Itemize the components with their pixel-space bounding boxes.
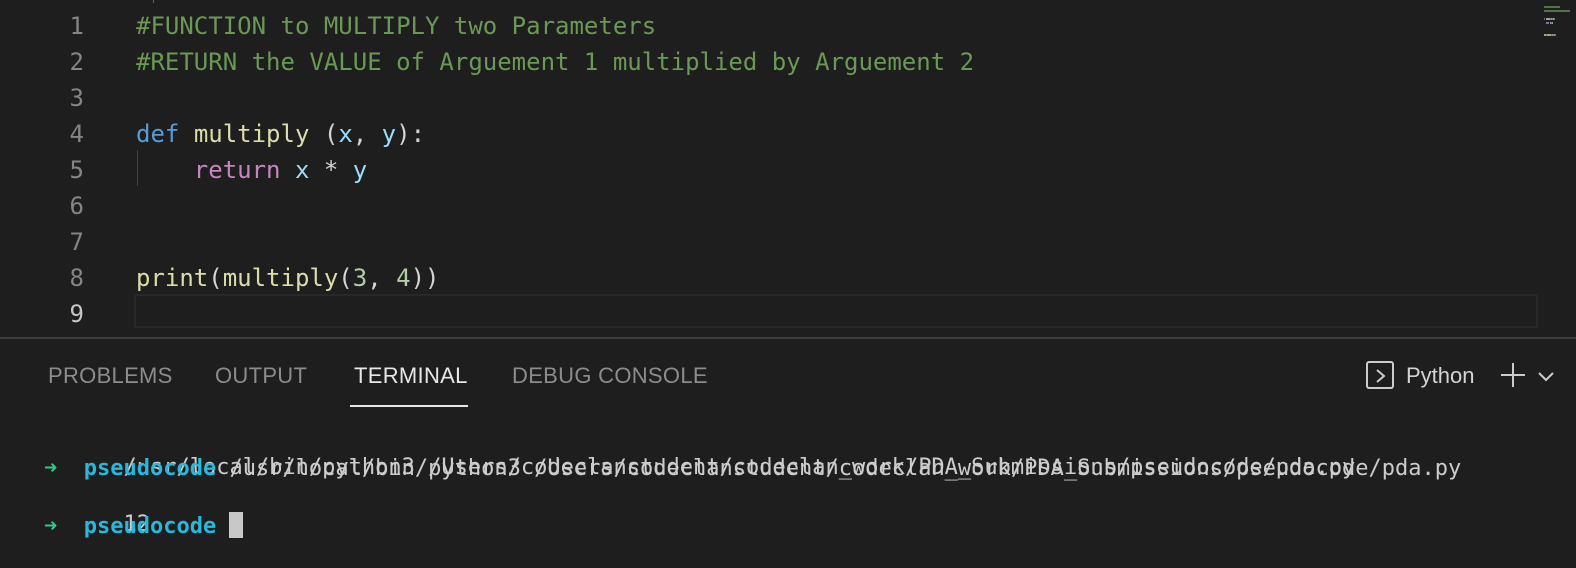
code-line[interactable]: 7 (0, 224, 1540, 260)
terminal-icon (1366, 361, 1394, 389)
code-token: , (367, 264, 397, 292)
plus-icon (1501, 363, 1525, 387)
minimap[interactable] (1544, 6, 1574, 46)
terminal-command: /usr/local/bin/python3 /Users/codeclanst… (216, 456, 1462, 481)
prompt-directory: pseudocode (83, 514, 217, 539)
tab-debug-console[interactable]: DEBUG CONSOLE (512, 361, 708, 391)
terminal-line: ➜ pseudocode /usr/local/bin/python3 /Use… (44, 455, 1461, 483)
code-token: print (136, 264, 209, 292)
terminal-selector[interactable]: Python (1366, 359, 1486, 393)
prompt-arrow-icon: ➜ (44, 514, 58, 539)
terminal-dropdown-button[interactable] (1534, 364, 1558, 388)
terminal-line: ➜ pseudocode (44, 512, 244, 540)
panel-tab-bar: PROBLEMS OUTPUT TERMINAL DEBUG CONSOLE P… (0, 339, 1576, 409)
line-number: 7 (69, 228, 84, 256)
terminal-output[interactable]: /usr/local/bin/python3 /Users/codeclanst… (0, 426, 1576, 566)
line-number: 3 (69, 84, 84, 112)
line-content: print(multiply(3, 4)) (136, 260, 439, 296)
minimap-stroke (1544, 6, 1560, 8)
minimap-stroke (1546, 22, 1549, 24)
code-token: return (193, 156, 281, 184)
code-token: 4 (396, 264, 411, 292)
code-token: multiply (193, 120, 310, 148)
code-token: def (136, 120, 180, 148)
code-token: multiply (222, 264, 339, 292)
code-token: #RETURN the VALUE of Arguement 1 multipl… (136, 48, 975, 76)
code-token: ): (396, 120, 426, 148)
chevron-down-icon (1538, 372, 1554, 382)
clipped-previous-line: )) (150, 0, 158, 3)
code-token: 3 (352, 264, 368, 292)
code-token: )) (410, 264, 440, 292)
minimap-stroke (1554, 18, 1555, 20)
code-token: , (352, 120, 382, 148)
line-content: #RETURN the VALUE of Arguement 1 multipl… (136, 44, 974, 80)
code-line[interactable]: 6 (0, 188, 1540, 224)
minimap-stroke (1544, 10, 1570, 12)
code-line[interactable]: 8 print(multiply(3, 4)) (0, 260, 1540, 296)
line-content: def multiply (x, y): (136, 116, 425, 152)
line-number: 4 (69, 120, 84, 148)
code-token: y (381, 120, 397, 148)
line-number: 9 (69, 300, 84, 328)
line-content: return x * y (136, 152, 367, 188)
terminal-line: /usr/local/bin/python3 /Users/codeclanst… (44, 426, 1355, 480)
code-token: y (352, 156, 368, 184)
terminal-line: 12 (44, 483, 150, 537)
code-line[interactable]: 4 def multiply (x, y): (0, 116, 1540, 152)
code-token: * (309, 156, 353, 184)
tab-terminal[interactable]: TERMINAL (354, 361, 468, 391)
code-line[interactable]: 3 (0, 80, 1540, 116)
code-line[interactable]: 1 #FUNCTION to MULTIPLY two Parameters (0, 8, 1540, 44)
line-number: 8 (69, 264, 84, 292)
code-token: #FUNCTION to MULTIPLY two Parameters (136, 12, 657, 40)
code-line[interactable]: 2 #RETURN the VALUE of Arguement 1 multip… (0, 44, 1540, 80)
line-number: 6 (69, 192, 84, 220)
line-number: 1 (69, 12, 84, 40)
code-token: ( (338, 264, 353, 292)
tab-output[interactable]: OUTPUT (215, 361, 307, 391)
minimap-stroke (1555, 34, 1556, 36)
minimap-stroke (1544, 18, 1545, 20)
active-tab-indicator (350, 405, 468, 407)
code-line[interactable]: 5 return x * y (0, 152, 1540, 188)
add-terminal-button[interactable] (1498, 360, 1528, 390)
terminal-command (216, 514, 229, 539)
code-token: x (338, 120, 353, 148)
prompt-directory: pseudocode (83, 456, 217, 481)
code-token: x (294, 156, 310, 184)
code-editor[interactable]: )) 1 #FUNCTION to MULTIPLY two Parameters… (0, 0, 1576, 337)
code-token: ( (208, 264, 223, 292)
line-number: 2 (69, 48, 84, 76)
vscode-window: )) 1 #FUNCTION to MULTIPLY two Parameters… (0, 0, 1576, 568)
code-token: ( (309, 120, 339, 148)
prompt-arrow-icon: ➜ (44, 456, 58, 481)
terminal-cursor (229, 512, 244, 538)
line-content: #FUNCTION to MULTIPLY two Parameters (136, 8, 656, 44)
minimap-stroke (1552, 22, 1553, 24)
line-number: 5 (69, 156, 84, 184)
tab-problems[interactable]: PROBLEMS (48, 361, 173, 391)
code-line[interactable]: 9 (0, 296, 1540, 332)
terminal-name-label: Python (1406, 363, 1475, 388)
